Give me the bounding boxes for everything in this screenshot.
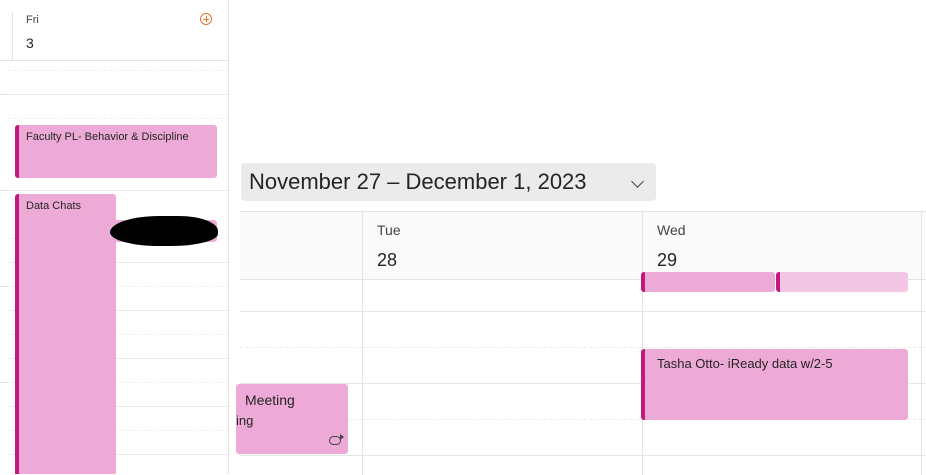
day-column-fri: Fri 3 Faculty PL- Behavior & Discipline …	[0, 0, 229, 474]
date-range-picker[interactable]: November 27 – December 1, 2023	[241, 163, 656, 201]
time-slot-line	[240, 311, 926, 312]
recurring-icon	[329, 434, 344, 445]
gutter-line	[0, 190, 8, 191]
time-slot-line	[8, 190, 228, 191]
time-slot-line	[240, 455, 926, 456]
event-subtitle: ing	[236, 413, 254, 428]
gutter-line	[0, 382, 8, 383]
day-name: Fri	[26, 14, 39, 26]
gutter-line	[0, 94, 8, 95]
divider	[12, 12, 13, 60]
event-title: Meeting	[245, 392, 295, 408]
day-name[interactable]: Tue	[377, 222, 401, 238]
event-title: Tasha Otto- iReady data w/2-5	[657, 356, 833, 371]
time-slot-line	[240, 347, 926, 348]
column-divider	[642, 212, 643, 475]
calendar-event[interactable]: Meeting ing	[236, 384, 348, 454]
calendar-event[interactable]	[641, 272, 775, 292]
gutter-line	[0, 286, 8, 287]
week-header	[240, 212, 926, 280]
redaction-mark	[110, 216, 218, 246]
day-name[interactable]: Wed	[657, 222, 686, 238]
event-title: Faculty PL- Behavior & Discipline	[26, 131, 189, 143]
time-slot-line	[8, 118, 228, 119]
calendar-event[interactable]	[776, 272, 908, 292]
calendar-event[interactable]: Faculty PL- Behavior & Discipline	[15, 125, 217, 178]
day-header[interactable]: Fri 3	[0, 0, 228, 61]
column-divider	[362, 212, 363, 475]
day-number: 3	[26, 35, 34, 51]
date-range-title: November 27 – December 1, 2023	[249, 169, 587, 194]
chevron-down-icon	[631, 175, 644, 188]
time-slot-line	[8, 70, 228, 71]
time-slot-line	[8, 94, 228, 95]
event-title: Data Chats	[26, 200, 82, 212]
add-event-icon[interactable]	[200, 13, 212, 25]
day-number[interactable]: 29	[657, 250, 677, 271]
calendar-event[interactable]: Data Chats	[15, 194, 116, 474]
column-divider	[921, 212, 922, 475]
day-number[interactable]: 28	[377, 250, 397, 271]
calendar-event[interactable]: Tasha Otto- iReady data w/2-5	[641, 349, 908, 420]
